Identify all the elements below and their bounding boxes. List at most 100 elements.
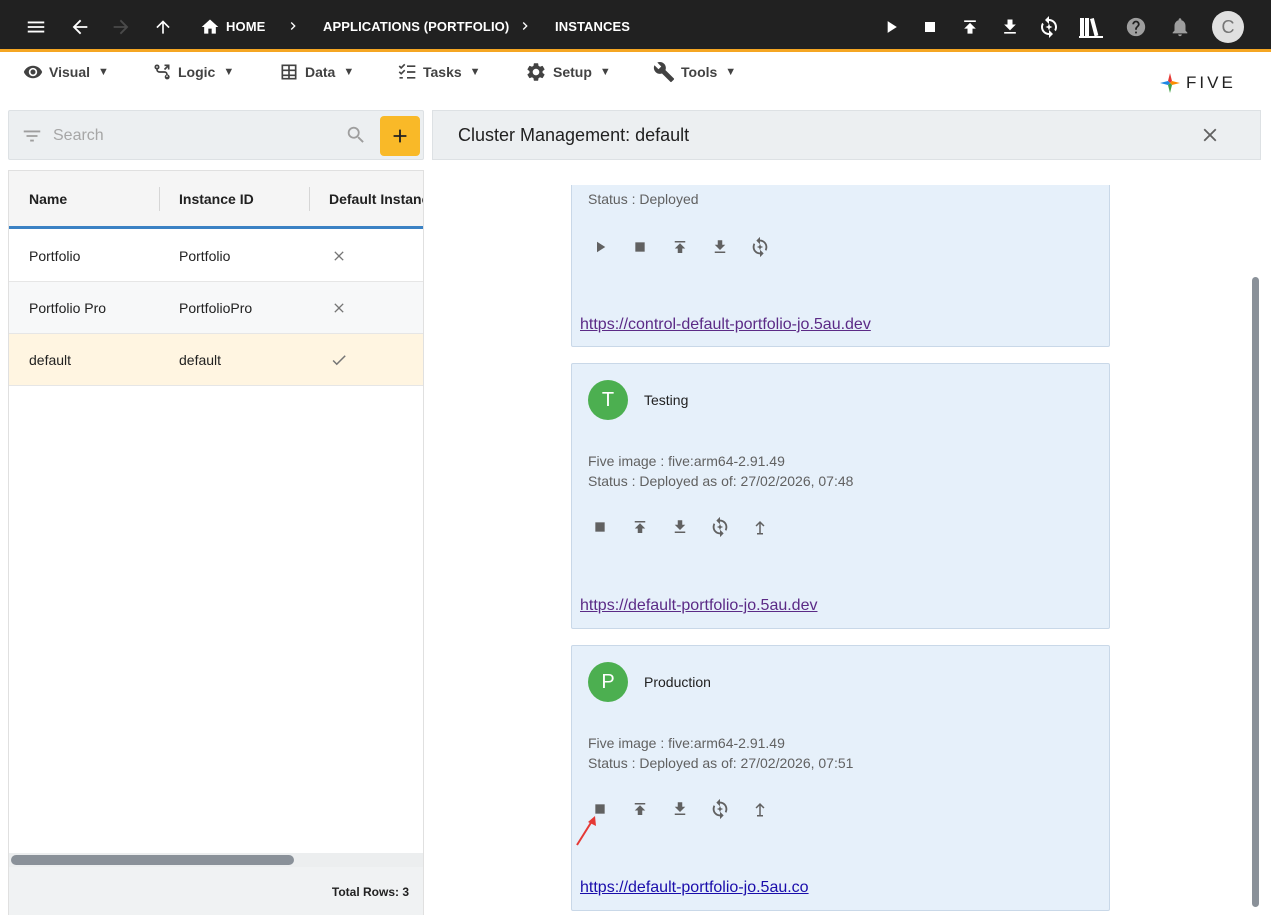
search-icon[interactable]: [345, 124, 367, 151]
chevron-right-icon: [517, 0, 533, 52]
cell-instance-id: PortfolioPro: [179, 299, 253, 316]
card-name: Production: [644, 674, 711, 690]
chevron-right-icon: [285, 0, 301, 52]
deploy-sync-icon[interactable]: [708, 515, 732, 539]
column-header-default-instance[interactable]: Default Instance: [329, 171, 423, 227]
download-icon[interactable]: [668, 515, 692, 539]
close-icon[interactable]: [1199, 124, 1221, 151]
forward-arrow-icon[interactable]: [105, 11, 137, 43]
breadcrumb-applications[interactable]: APPLICATIONS (PORTFOLIO): [323, 0, 509, 52]
bell-icon[interactable]: [1164, 11, 1196, 43]
promote-arrow-icon[interactable]: [748, 515, 772, 539]
breadcrumb-instances[interactable]: INSTANCES: [555, 0, 630, 52]
cell-name: Portfolio Pro: [29, 299, 107, 316]
card-image: Five image : five:arm64-2.91.49: [588, 453, 785, 469]
stop-icon[interactable]: [588, 515, 612, 539]
cross-icon: [331, 282, 347, 333]
menu-logic[interactable]: Logic ▼: [152, 61, 234, 83]
gear-icon: [527, 63, 545, 81]
help-icon[interactable]: [1120, 11, 1152, 43]
card-url-link[interactable]: https://default-portfolio-jo.5au.dev: [580, 597, 817, 615]
five-logo-text: FIVE: [1186, 73, 1236, 92]
menu-tasks-label: Tasks: [423, 64, 462, 80]
table-row[interactable]: Portfolio Pro PortfolioPro: [9, 282, 423, 334]
menu-visual[interactable]: Visual ▼: [23, 61, 109, 83]
panel-body: Status : Deployed https://control-defaul…: [432, 185, 1261, 915]
horizontal-scrollbar-thumb[interactable]: [11, 855, 294, 865]
menu-tasks[interactable]: Tasks ▼: [397, 61, 481, 83]
search-input[interactable]: [53, 123, 333, 149]
stop-icon[interactable]: [914, 11, 946, 43]
table-header: Name Instance ID Default Instance: [9, 171, 423, 229]
deploy-sync-icon[interactable]: [1033, 11, 1065, 43]
back-arrow-icon[interactable]: [64, 11, 96, 43]
card-actions: [588, 235, 772, 259]
promote-arrow-icon[interactable]: [748, 797, 772, 821]
card-status: Status : Deployed as of: 27/02/2026, 07:…: [588, 473, 854, 489]
menu-data[interactable]: Data ▼: [279, 61, 354, 83]
menu-logic-label: Logic: [178, 64, 216, 80]
play-icon[interactable]: [875, 11, 907, 43]
cross-icon: [331, 230, 347, 281]
avatar: P: [588, 662, 628, 702]
user-avatar[interactable]: C: [1212, 11, 1244, 43]
download-icon[interactable]: [668, 797, 692, 821]
upload-icon[interactable]: [668, 235, 692, 259]
up-arrow-icon[interactable]: [147, 11, 179, 43]
play-icon[interactable]: [588, 235, 612, 259]
top-bar: HOME APPLICATIONS (PORTFOLIO) INSTANCES …: [0, 0, 1271, 52]
column-divider[interactable]: [309, 187, 310, 211]
instances-list-panel: Name Instance ID Default Instance Portfo…: [8, 110, 424, 915]
table-row[interactable]: Portfolio Portfolio: [9, 230, 423, 282]
vertical-scrollbar[interactable]: [1249, 185, 1261, 915]
logic-icon: [154, 64, 170, 80]
cluster-management-panel: Cluster Management: default Status : Dep…: [432, 110, 1261, 915]
table-icon: [281, 64, 297, 80]
stop-icon[interactable]: [628, 235, 652, 259]
upload-icon[interactable]: [954, 11, 986, 43]
caret-down-icon: ▼: [725, 66, 737, 78]
avatar: T: [588, 380, 628, 420]
cell-instance-id: Portfolio: [179, 247, 231, 264]
download-icon[interactable]: [708, 235, 732, 259]
caret-down-icon: ▼: [599, 66, 611, 78]
eye-icon: [23, 65, 43, 79]
home-icon[interactable]: [194, 11, 226, 43]
menu-bar: Visual ▼ Logic ▼ Data ▼ Tasks ▼ Setup ▼ …: [0, 55, 1271, 89]
card-url-link[interactable]: https://control-default-portfolio-jo.5au…: [580, 316, 871, 334]
deploy-sync-icon[interactable]: [748, 235, 772, 259]
cell-instance-id: default: [179, 351, 222, 368]
cell-name: Portfolio: [29, 247, 81, 264]
column-header-instance-id[interactable]: Instance ID: [179, 171, 254, 227]
search-bar: [8, 110, 424, 160]
menu-setup[interactable]: Setup ▼: [525, 61, 611, 83]
upload-icon[interactable]: [628, 515, 652, 539]
environment-card-testing: T Testing Five image : five:arm64-2.91.4…: [571, 363, 1110, 629]
menu-icon[interactable]: [20, 11, 52, 43]
menu-tools[interactable]: Tools ▼: [653, 61, 736, 83]
breadcrumb-home[interactable]: HOME: [226, 0, 265, 52]
environment-card-control: Status : Deployed https://control-defaul…: [571, 185, 1110, 347]
table-footer: Total Rows: 3: [9, 867, 423, 915]
column-divider[interactable]: [159, 187, 160, 211]
vertical-scrollbar-thumb[interactable]: [1252, 277, 1259, 907]
menu-visual-label: Visual: [49, 64, 90, 80]
menu-tools-label: Tools: [681, 64, 718, 80]
deploy-sync-icon[interactable]: [708, 797, 732, 821]
download-icon[interactable]: [994, 11, 1026, 43]
upload-icon[interactable]: [628, 797, 652, 821]
menu-setup-label: Setup: [553, 64, 592, 80]
column-header-name[interactable]: Name: [29, 171, 67, 227]
annotation-arrow-icon: [576, 816, 596, 846]
card-status: Status : Deployed as of: 27/02/2026, 07:…: [588, 755, 854, 771]
five-logo-mark-icon: [1160, 73, 1180, 93]
card-url-link[interactable]: https://default-portfolio-jo.5au.co: [580, 879, 809, 897]
card-name: Testing: [644, 392, 689, 408]
add-button[interactable]: [380, 116, 420, 156]
table-row-selected[interactable]: default default: [9, 334, 423, 386]
horizontal-scrollbar[interactable]: [9, 853, 423, 867]
checkmark-icon: [330, 334, 348, 385]
library-icon[interactable]: [1075, 11, 1107, 43]
panel-title: Cluster Management: default: [458, 125, 690, 145]
filter-icon[interactable]: [21, 125, 43, 152]
